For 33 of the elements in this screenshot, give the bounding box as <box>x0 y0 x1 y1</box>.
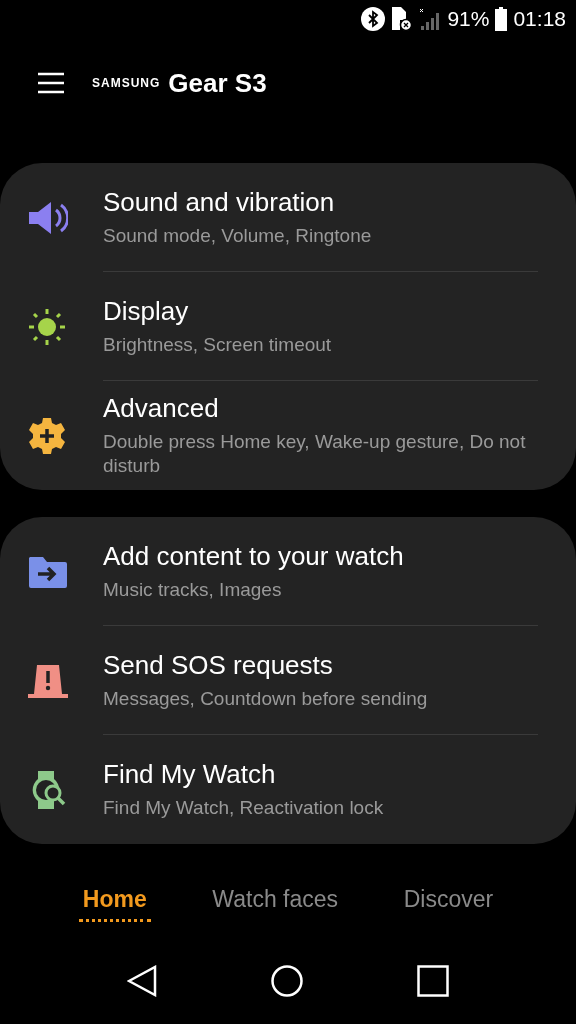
item-title: Send SOS requests <box>103 649 334 681</box>
back-icon[interactable] <box>127 965 157 997</box>
settings-item[interactable]: Advanced Double press Home key, Wake-up gesture, Do not disturb <box>28 381 538 490</box>
item-title: Add content to your watch <box>103 540 405 572</box>
home-icon[interactable] <box>271 965 303 997</box>
sim-card-icon <box>391 6 414 32</box>
settings-item[interactable]: Find My Watch Find My Watch, Reactivation lock <box>28 735 538 844</box>
bluetooth-icon <box>361 7 386 31</box>
battery-percent: 91% <box>447 7 490 31</box>
item-subtitle: Find My Watch, Reactivation lock <box>103 796 385 820</box>
tab[interactable]: Discover <box>399 884 498 922</box>
signal-icon <box>419 7 442 31</box>
item-subtitle: Messages, Countdown before sending <box>103 686 429 711</box>
product-name: Gear S3 <box>168 67 267 99</box>
settings-item[interactable]: Sound and vibration Sound mode, Volume, Ringtone <box>28 163 538 272</box>
settings-item[interactable]: Add content to your watch Music tracks, Images <box>28 517 538 626</box>
menu-icon[interactable] <box>38 72 64 94</box>
item-title: Display <box>103 295 190 327</box>
tab[interactable]: Home <box>78 884 151 922</box>
item-subtitle: Double press Home key, Wake-up gesture, Do not disturb <box>103 430 527 478</box>
settings-item[interactable]: Display Brightness, Screen timeout <box>28 272 538 381</box>
brand-name: SAMSUNG <box>92 76 161 90</box>
tab[interactable]: Watch faces <box>208 884 343 922</box>
clock-time: 01:18 <box>513 7 566 31</box>
recents-icon[interactable] <box>417 965 449 997</box>
item-subtitle: Sound mode, Volume, Ringtone <box>103 223 373 248</box>
item-title: Advanced <box>103 393 220 425</box>
settings-item[interactable]: Send SOS requests Messages, Countdown before sending <box>28 626 538 735</box>
item-subtitle: Music tracks, Images <box>103 577 283 602</box>
item-subtitle: Brightness, Screen timeout <box>103 332 333 357</box>
item-title: Sound and vibration <box>103 186 336 218</box>
battery-icon <box>495 7 508 31</box>
item-title: Find My Watch <box>103 759 277 791</box>
